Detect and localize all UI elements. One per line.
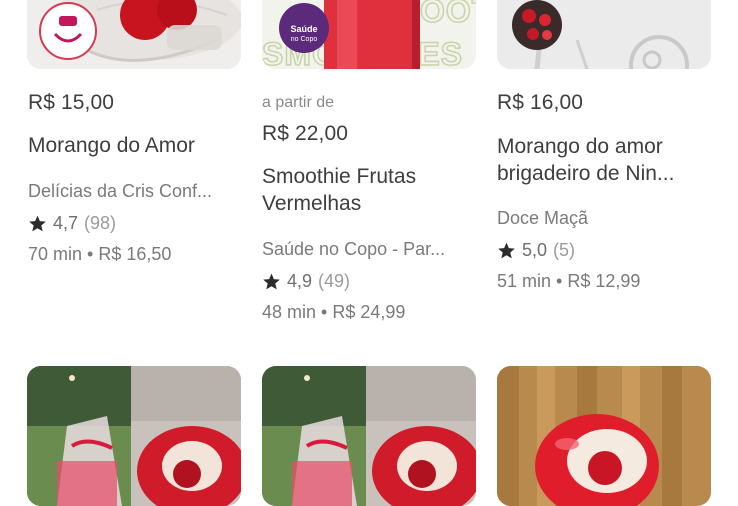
price-prefix: a partir de <box>262 94 335 111</box>
store-logo <box>39 2 97 60</box>
store-name: Saúde no Copo - Par... <box>262 239 446 259</box>
store-name: Delícias da Cris Conf... <box>28 181 213 201</box>
product-image-strawberry-cut[interactable] <box>497 366 711 506</box>
review-count: (5) <box>553 240 576 260</box>
review-count: (98) <box>84 213 117 233</box>
product-price: R$ 16,00 <box>497 91 584 114</box>
star-icon <box>29 215 46 232</box>
svg-text:no Copo: no Copo <box>291 36 318 43</box>
store-name: Doce Maçã <box>497 208 589 228</box>
product-image-smoothie[interactable]: SMOOTHIES SMOOTHIES Saúde no Copo <box>262 0 476 69</box>
product-name-line-2: brigadeiro de Nin... <box>497 162 675 185</box>
rating-value: 4,7 <box>53 213 79 233</box>
product-name-line-2: Vermelhas <box>262 192 362 215</box>
product-image-strawberry-bag-2[interactable] <box>262 366 476 506</box>
product-image-strawberry-bag-1[interactable] <box>27 366 241 506</box>
product-image-morango-do-amor[interactable] <box>27 0 241 69</box>
product-price: R$ 22,00 <box>262 122 349 145</box>
delivery-info: 51 min • R$ 12,99 <box>497 271 641 291</box>
star-icon <box>263 273 280 290</box>
product-image-brigadeiro[interactable] <box>497 0 711 69</box>
product-name: Morango do Amor <box>28 134 195 157</box>
delivery-info: 48 min • R$ 24,99 <box>262 302 406 322</box>
product-name-line-1: Smoothie Frutas <box>262 165 417 188</box>
product-price: R$ 15,00 <box>28 91 115 114</box>
store-rating: 4,9 (49) <box>262 271 350 292</box>
product-name-line-1: Morango do amor <box>497 135 663 158</box>
delivery-info: 70 min • R$ 16,50 <box>28 244 172 264</box>
rating-value: 5,0 <box>522 240 548 260</box>
store-rating: 5,0 (5) <box>497 240 575 261</box>
store-logo: Saúde no Copo <box>279 3 329 53</box>
store-rating: 4,7 (98) <box>28 213 116 234</box>
star-icon <box>498 242 515 259</box>
review-count: (49) <box>318 271 351 291</box>
svg-text:Saúde: Saúde <box>290 24 317 34</box>
rating-value: 4,9 <box>287 271 313 291</box>
